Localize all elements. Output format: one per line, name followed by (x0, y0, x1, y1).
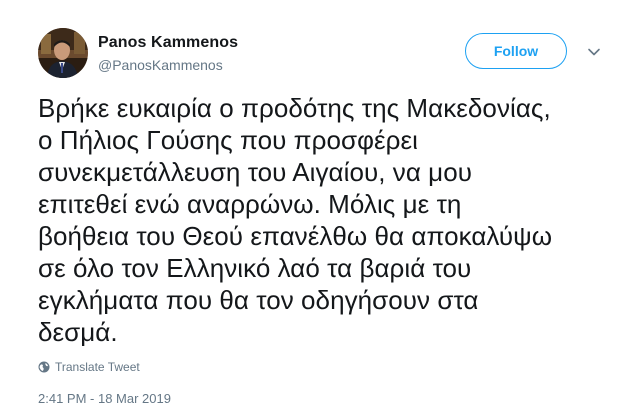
profile-photo-icon (38, 28, 88, 78)
tweet-text-line: ο Πήλιος Γούσης που προσφέρει (38, 125, 418, 155)
tweet-timestamp[interactable]: 2:41 PM - 18 Mar 2019 (38, 391, 171, 406)
tweet-text-line: επιτεθεί ενώ αναρρώνω. Μόλις με τη (38, 189, 462, 219)
tweet-text: Βρήκε ευκαιρία ο προδότης της Μακεδονίας… (38, 92, 628, 348)
tweet-text-line: Βρήκε ευκαιρία ο προδότης της Μακεδονίας… (38, 93, 551, 123)
globe-icon (38, 361, 50, 373)
translate-tweet-label[interactable]: Translate Tweet (55, 360, 140, 374)
follow-button[interactable]: Follow (465, 33, 567, 69)
author-handle[interactable]: @PanosKammenos (98, 57, 223, 73)
tweet-text-line: βοήθεια του Θεού επανέλθω θα αποκαλύψω (38, 221, 553, 251)
avatar[interactable] (38, 28, 88, 78)
tweet-text-line: σε όλο τον Ελληνικό λαό τα βαριά του (38, 253, 472, 283)
chevron-down-icon[interactable] (586, 44, 602, 60)
tweet-card: Panos Kammenos @PanosKammenos Follow Βρή… (0, 0, 640, 410)
author-name[interactable]: Panos Kammenos (98, 34, 238, 52)
translate-tweet-link[interactable]: Translate Tweet (38, 360, 140, 374)
tweet-text-line: εγκλήματα που θα τον οδηγήσουν στα (38, 285, 479, 315)
tweet-text-line: δεσμά. (38, 317, 118, 347)
tweet-text-line: συνεκμετάλλευση του Αιγαίου, να μου (38, 157, 472, 187)
